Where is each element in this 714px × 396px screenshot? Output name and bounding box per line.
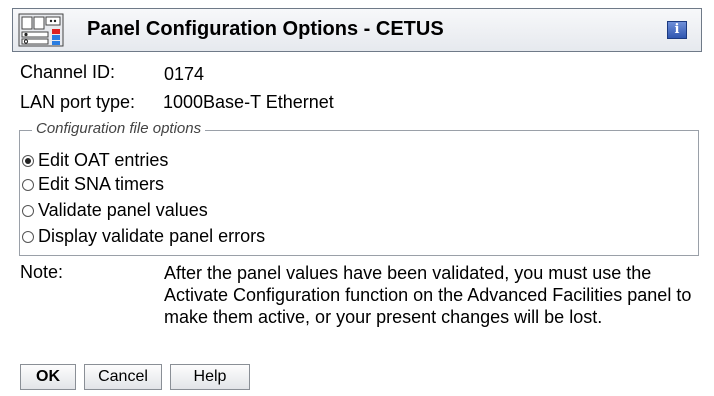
panel-config-icon [18, 13, 64, 47]
option-label: Edit SNA timers [38, 174, 165, 194]
dialog-title: Panel Configuration Options - CETUS [87, 18, 444, 40]
option-edit-oat[interactable]: Edit OAT entries [22, 150, 168, 171]
option-label: Edit OAT entries [38, 150, 169, 170]
channel-id-row: Channel ID: 0174 [20, 62, 204, 84]
channel-id-label: Channel ID: [20, 62, 116, 82]
cancel-button[interactable]: Cancel [84, 364, 162, 390]
lan-port-label: LAN port type: [20, 92, 136, 112]
option-validate-panel[interactable]: Validate panel values [22, 200, 208, 221]
help-button[interactable]: Help [170, 364, 250, 390]
radio-button[interactable] [22, 205, 34, 217]
option-label: Display validate panel errors [38, 226, 266, 246]
note-text: After the panel values have been validat… [164, 263, 692, 327]
configuration-options-legend: Configuration file options [32, 120, 206, 137]
radio-button[interactable] [22, 179, 34, 191]
ok-button[interactable]: OK [20, 364, 76, 390]
lan-port-value: 1000Base-T Ethernet [163, 92, 334, 112]
option-edit-sna[interactable]: Edit SNA timers [22, 174, 164, 195]
lan-port-row: LAN port type: 1000Base-T Ethernet [20, 92, 334, 113]
panel-configuration-dialog: Panel Configuration Options - CETUS i Ch… [0, 0, 714, 396]
title-bar: Panel Configuration Options - CETUS i [12, 8, 702, 52]
channel-id-value: 0174 [164, 64, 205, 84]
option-label: Validate panel values [38, 200, 208, 220]
note-label: Note: [20, 262, 64, 282]
info-icon[interactable]: i [667, 21, 687, 39]
radio-button-checked[interactable] [22, 155, 34, 167]
radio-button[interactable] [22, 231, 34, 243]
option-display-errors[interactable]: Display validate panel errors [22, 226, 265, 247]
